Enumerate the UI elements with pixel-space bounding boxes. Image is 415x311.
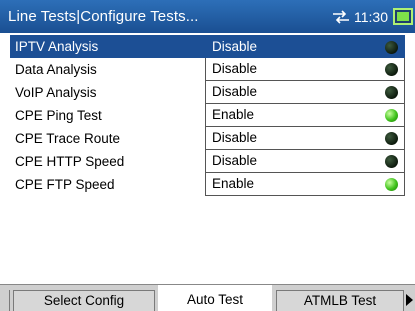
test-setting[interactable]: Disable [205,35,405,58]
table-row[interactable]: CPE FTP Speed Enable [10,173,405,196]
status-led-icon [385,155,398,168]
tab-scroll-right-icon[interactable] [406,294,413,306]
tab-bar: Select Config Auto Test ATMLB Test [0,284,415,311]
network-link-icon [332,9,350,24]
test-name: VoIP Analysis [15,85,97,100]
tab-auto-test[interactable]: Auto Test [158,285,272,311]
test-setting[interactable]: Disable [205,150,405,173]
page-title: Line Tests|Configure Tests... [8,8,199,25]
test-name: CPE FTP Speed [15,177,115,192]
test-name: CPE Trace Route [15,131,121,146]
test-setting[interactable]: Enable [205,104,405,127]
tab-select-config[interactable]: Select Config [13,290,155,311]
table-row[interactable]: VoIP Analysis Disable [10,81,405,104]
test-name: Data Analysis [15,62,97,77]
status-led-icon [385,86,398,99]
test-setting[interactable]: Disable [205,58,405,81]
status-led-icon [385,178,398,191]
test-table: IPTV Analysis Disable Data Analysis Disa… [10,35,405,196]
clock: 11:30 [354,8,388,25]
table-row[interactable]: CPE HTTP Speed Disable [10,150,405,173]
status-led-icon [385,132,398,145]
tab-edge [0,290,10,311]
table-row[interactable]: IPTV Analysis Disable [10,35,405,58]
test-name: CPE Ping Test [15,108,102,123]
tab-atmlb-test[interactable]: ATMLB Test [276,290,404,311]
test-name: CPE HTTP Speed [15,154,125,169]
test-name: IPTV Analysis [15,39,99,54]
title-bar: Line Tests|Configure Tests... 11:30 [0,0,415,33]
table-row[interactable]: CPE Trace Route Disable [10,127,405,150]
battery-icon [393,8,413,25]
table-row[interactable]: CPE Ping Test Enable [10,104,405,127]
status-led-icon [385,109,398,122]
test-setting[interactable]: Enable [205,173,405,196]
status-led-icon [385,41,398,54]
test-setting[interactable]: Disable [205,81,405,104]
test-setting[interactable]: Disable [205,127,405,150]
table-row[interactable]: Data Analysis Disable [10,58,405,81]
status-area: 11:30 [332,0,415,33]
status-led-icon [385,63,398,76]
